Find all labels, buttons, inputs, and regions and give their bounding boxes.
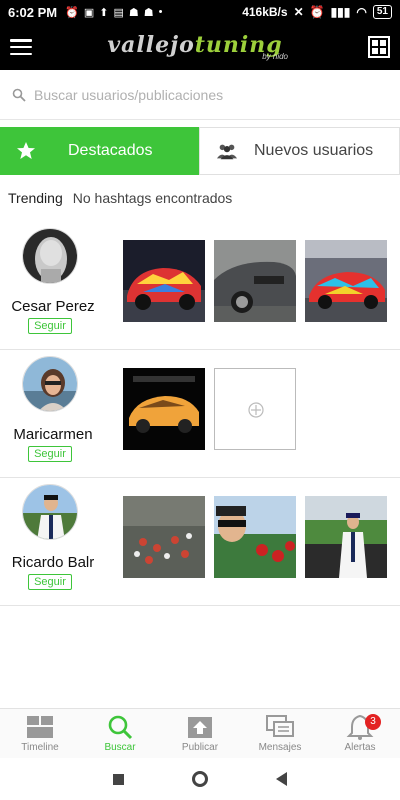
timeline-icon — [27, 716, 53, 738]
publish-icon — [188, 717, 212, 738]
qr-code-icon[interactable] — [368, 36, 390, 58]
recents-button[interactable] — [113, 773, 124, 785]
avatar[interactable] — [22, 484, 78, 540]
alarm-icon-right: ⏰ — [309, 5, 325, 19]
avatar[interactable] — [22, 228, 78, 284]
user-row: Cesar Perez Seguir — [0, 222, 400, 350]
user-row: Ricardo Balr Seguir — [0, 478, 400, 606]
follow-button[interactable]: Seguir — [28, 318, 72, 334]
mute-icon: ✕ — [293, 5, 304, 19]
user-feed: Cesar Perez Seguir Maricarmen Seguir Ric… — [0, 222, 400, 606]
image-icon: ▤ — [113, 6, 124, 19]
app-icon-2: ☗ — [143, 6, 154, 19]
search-icon — [108, 715, 133, 740]
notification-badge: 3 — [365, 714, 381, 730]
avatar[interactable] — [22, 356, 78, 412]
system-navigation-bar — [0, 758, 400, 800]
status-time: 6:02 PM — [8, 4, 58, 20]
search-icon — [12, 88, 26, 102]
app-header: vallejotuning by nido — [0, 24, 400, 70]
user-row: Maricarmen Seguir — [0, 350, 400, 478]
tab-label: Destacados — [68, 142, 153, 159]
post-thumbnail[interactable] — [214, 496, 296, 578]
post-thumbnail[interactable] — [123, 496, 205, 578]
nav-timeline[interactable]: Timeline — [0, 709, 80, 758]
network-speed: 416kB/s — [242, 5, 288, 19]
messages-icon — [266, 715, 294, 737]
trending-message: No hashtags encontrados — [72, 190, 233, 206]
users-icon — [216, 144, 238, 160]
nav-label: Timeline — [21, 742, 59, 753]
follow-button[interactable]: Seguir — [28, 574, 72, 590]
trending-bar: Trending No hashtags encontrados — [8, 190, 232, 206]
alarm-icon: ⏰ — [65, 6, 79, 19]
tab-label: Nuevos usuarios — [254, 142, 374, 159]
status-right: 416kB/s ✕ ⏰ ▮▮▮ ◠ 51 — [242, 5, 392, 19]
user-name[interactable]: Cesar Perez — [0, 298, 106, 315]
upload-icon: ⬆ — [99, 6, 109, 19]
post-thumbnail[interactable] — [123, 368, 205, 450]
logo-subtitle: by nido — [262, 52, 288, 61]
wifi-icon: ◠ — [356, 5, 367, 19]
user-name[interactable]: Maricarmen — [0, 426, 106, 443]
tab-destacados[interactable]: Destacados — [0, 127, 199, 175]
back-button[interactable] — [276, 772, 287, 786]
tab-bar: Destacados Nuevos usuarios — [0, 127, 400, 175]
add-icon — [248, 402, 264, 418]
add-post-button[interactable] — [214, 368, 296, 450]
post-thumbnail[interactable] — [214, 240, 296, 322]
nav-label: Publicar — [181, 742, 219, 753]
star-icon — [17, 142, 35, 159]
nav-buscar[interactable]: Buscar — [80, 709, 160, 758]
app-logo: vallejotuning by nido — [100, 30, 290, 64]
nav-mensajes[interactable]: Mensajes — [240, 709, 320, 758]
signal-icon: ▮▮▮ — [330, 5, 351, 19]
trending-label: Trending — [8, 190, 63, 206]
nav-label: Mensajes — [258, 742, 302, 753]
post-thumbnail[interactable] — [305, 496, 387, 578]
status-bar: 6:02 PM ⏰ ▣ ⬆ ▤ ☗ ☗ • 416kB/s ✕ ⏰ ▮▮▮ ◠ … — [0, 0, 400, 24]
more-icon: • — [158, 5, 163, 18]
follow-button[interactable]: Seguir — [28, 446, 72, 462]
bottom-navigation: Timeline Buscar Publicar Mensajes 3 Aler… — [0, 708, 400, 758]
nav-publicar[interactable]: Publicar — [160, 709, 240, 758]
nav-label: Alertas — [344, 742, 376, 753]
post-thumbnail[interactable] — [123, 240, 205, 322]
app-icon: ☗ — [128, 6, 139, 19]
menu-icon[interactable] — [10, 39, 32, 55]
battery-icon: 51 — [372, 5, 392, 19]
search-bar — [0, 70, 400, 120]
notification-icons: ⏰ ▣ ⬆ ▤ ☗ ☗ • — [65, 6, 162, 19]
home-button[interactable] — [192, 771, 208, 787]
nav-alertas[interactable]: 3 Alertas — [320, 709, 400, 758]
nav-label: Buscar — [104, 742, 136, 753]
search-input[interactable] — [34, 86, 364, 103]
user-name[interactable]: Ricardo Balr — [0, 554, 106, 571]
tab-nuevos-usuarios[interactable]: Nuevos usuarios — [199, 127, 400, 175]
post-thumbnail[interactable] — [305, 240, 387, 322]
car-icon: ▣ — [83, 6, 95, 19]
